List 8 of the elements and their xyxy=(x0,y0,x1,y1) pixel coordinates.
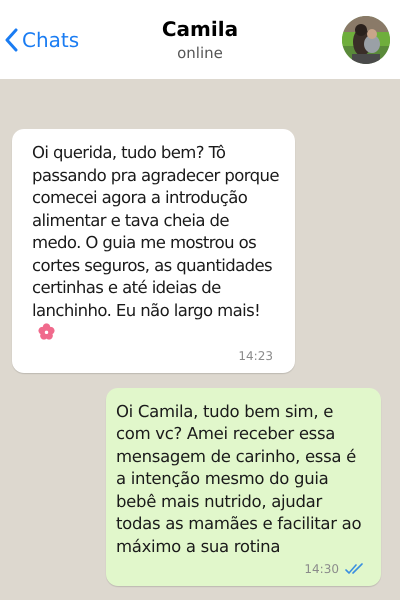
contact-status: online xyxy=(177,42,223,64)
contact-name: Camila xyxy=(162,16,238,42)
back-icon xyxy=(4,28,18,52)
message-time: 14:23 xyxy=(238,348,274,364)
back-button[interactable]: Chats xyxy=(4,24,124,54)
message-text: Oi querida, tudo bem? Tô passando pra agradecer porque comecei agora a introdução alimentar e tava cheia de medo. O guia me mostrou os cortes seguros, as quantidades certinhas e até ideias de lanchinho. Eu não largo mais! xyxy=(32,142,281,344)
message-time: 14:30 xyxy=(304,561,340,578)
message-text: Oi Camila, tudo bem sim, e com vc? Amei receber essa mensagem de carinho, essa é a intenção mesmo do guia bebê mais nutrido, ajudar todas as mamães e facilitar ao máximo a sua rotina xyxy=(116,400,362,558)
